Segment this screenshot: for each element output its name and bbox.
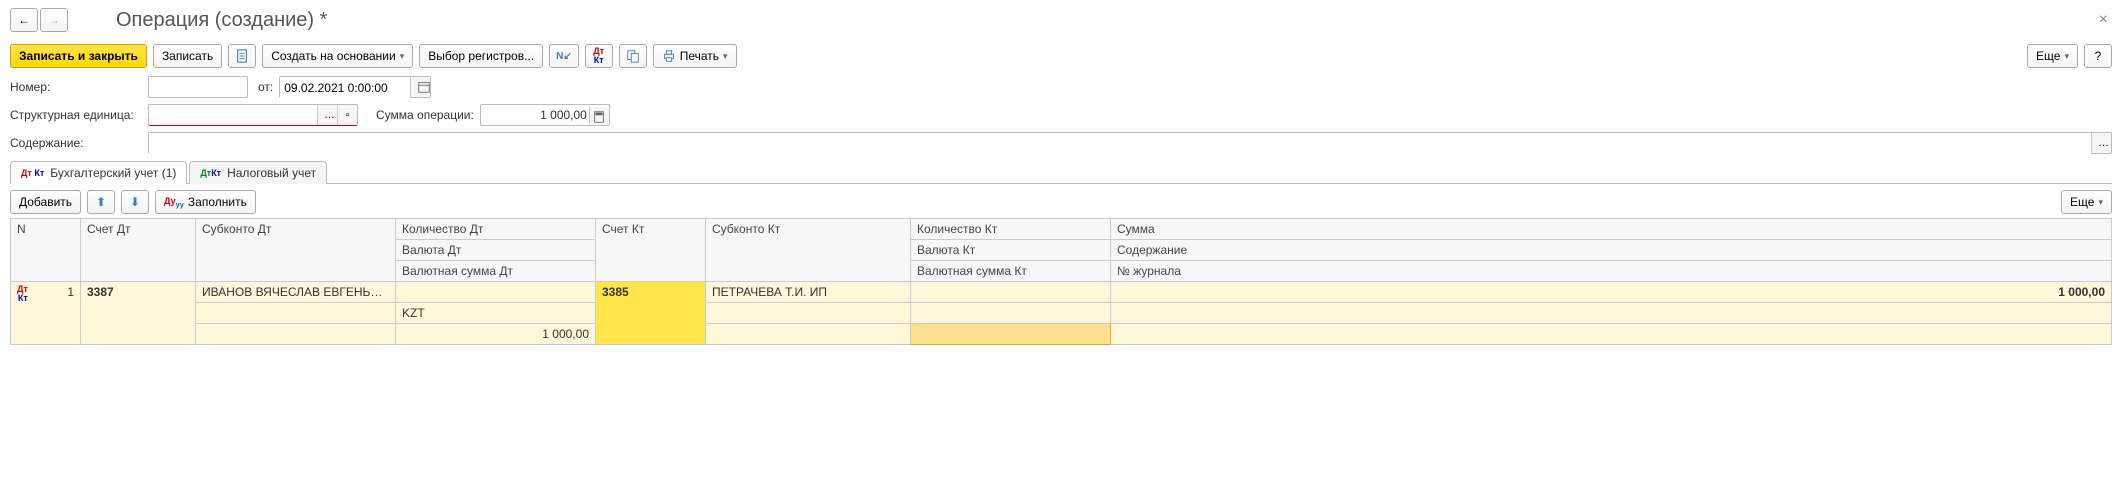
select-registers-button[interactable]: Выбор регистров...: [419, 44, 543, 68]
cell-sub-kt-2[interactable]: [706, 303, 911, 324]
cell-acc-kt[interactable]: 3385: [596, 282, 706, 345]
col-acc-kt: Счет Кт: [596, 219, 706, 282]
copy-icon-button[interactable]: [619, 44, 647, 68]
cell-content[interactable]: [1111, 303, 2112, 324]
table-row[interactable]: ДтКт 1 3387 ИВАНОВ ВЯЧЕСЛАВ ЕВГЕНЬЕВИЧ 3…: [11, 282, 2112, 303]
help-button[interactable]: ?: [2084, 44, 2112, 68]
dtkt-icon-button[interactable]: ДтКт: [585, 44, 613, 68]
sum-label: Сумма операции:: [376, 108, 474, 122]
col-cursum-dt: Валютная сумма Дт: [396, 261, 596, 282]
number-label: Номер:: [10, 80, 142, 94]
col-cur-kt: Валюта Кт: [911, 240, 1111, 261]
number-input[interactable]: [148, 76, 248, 98]
toolbar-more-button[interactable]: Еще: [2027, 44, 2078, 68]
structural-unit-input[interactable]: [149, 105, 317, 125]
cell-sub-dt[interactable]: ИВАНОВ ВЯЧЕСЛАВ ЕВГЕНЬЕВИЧ: [196, 282, 396, 303]
col-journal: № журнала: [1111, 261, 2112, 282]
entries-grid[interactable]: N Счет Дт Субконто Дт Количество Дт Счет…: [10, 218, 2112, 345]
print-button[interactable]: Печать: [653, 44, 737, 68]
content-label: Содержание:: [10, 136, 142, 150]
move-up-button[interactable]: ⬆: [87, 190, 115, 214]
dtkt-icon: ДтКт: [593, 47, 604, 65]
col-sub-dt: Субконто Дт: [196, 219, 396, 282]
cell-cur-dt[interactable]: KZT: [396, 303, 596, 324]
print-icon: [662, 49, 676, 63]
open-unit-button[interactable]: ▫: [337, 105, 357, 125]
close-icon[interactable]: ×: [2095, 11, 2112, 29]
document-icon-button[interactable]: [228, 44, 256, 68]
col-sum: Сумма: [1111, 219, 2112, 240]
document-icon: [235, 49, 249, 63]
fill-button[interactable]: Дууу Заполнить: [155, 190, 256, 214]
cell-sub-kt-3[interactable]: [706, 324, 911, 345]
blue-flag-icon-button[interactable]: N↙: [549, 44, 579, 68]
nav-back-button[interactable]: ←: [10, 8, 38, 32]
copy-icon: [626, 49, 640, 63]
operation-sum-value[interactable]: 1 000,00: [481, 108, 589, 122]
col-cur-dt: Валюта Дт: [396, 240, 596, 261]
col-acc-dt: Счет Дт: [81, 219, 196, 282]
cell-sub-dt-3[interactable]: [196, 324, 396, 345]
cell-cursum-kt-selected[interactable]: [911, 324, 1111, 345]
create-based-on-button[interactable]: Создать на основании: [262, 44, 413, 68]
tab-accounting[interactable]: Дт Кт Бухгалтерский учет (1): [10, 161, 187, 184]
page-title: Операция (создание) *: [116, 9, 327, 32]
dtkt-tax-icon: ДтКт: [200, 169, 221, 178]
grid-more-button[interactable]: Еще: [2061, 190, 2112, 214]
cell-n[interactable]: ДтКт 1: [11, 282, 81, 345]
unit-label: Структурная единица:: [10, 108, 142, 122]
from-label: от:: [258, 80, 273, 94]
cell-qty-dt[interactable]: [396, 282, 596, 303]
col-qty-dt: Количество Дт: [396, 219, 596, 240]
cell-sub-dt-2[interactable]: [196, 303, 396, 324]
table-row[interactable]: KZT: [11, 303, 2112, 324]
move-down-button[interactable]: ⬇: [121, 190, 149, 214]
fill-icon: Дууу: [164, 196, 184, 209]
content-input[interactable]: [149, 133, 2091, 155]
cell-acc-dt[interactable]: 3387: [81, 282, 196, 345]
col-content: Содержание: [1111, 240, 2112, 261]
tab-tax[interactable]: ДтКт Налоговый учет: [189, 161, 327, 184]
add-row-button[interactable]: Добавить: [10, 190, 81, 214]
date-input[interactable]: [280, 77, 410, 99]
select-unit-button[interactable]: …: [317, 105, 337, 125]
calendar-icon[interactable]: [410, 77, 430, 97]
dtkt-icon: Дт Кт: [21, 169, 44, 178]
cell-journal[interactable]: [1111, 324, 2112, 345]
cell-sum[interactable]: 1 000,00: [1111, 282, 2112, 303]
nav-forward-button[interactable]: →: [40, 8, 68, 32]
flag-icon: N↙: [556, 51, 572, 62]
cell-cur-kt[interactable]: [911, 303, 1111, 324]
content-ellipsis-button[interactable]: …: [2091, 133, 2111, 153]
arrow-down-icon: ⬇: [130, 195, 140, 209]
arrow-up-icon: ⬆: [96, 195, 106, 209]
calculator-icon[interactable]: [589, 107, 609, 124]
cell-sub-kt[interactable]: ПЕТРАЧЕВА Т.И. ИП: [706, 282, 911, 303]
dtkt-row-icon: ДтКт: [17, 285, 28, 303]
col-cursum-kt: Валютная сумма Кт: [911, 261, 1111, 282]
save-button[interactable]: Записать: [153, 44, 222, 68]
save-and-close-button[interactable]: Записать и закрыть: [10, 44, 147, 68]
col-qty-kt: Количество Кт: [911, 219, 1111, 240]
cell-cursum-dt[interactable]: 1 000,00: [396, 324, 596, 345]
col-sub-kt: Субконто Кт: [706, 219, 911, 282]
col-n: N: [11, 219, 81, 282]
cell-qty-kt[interactable]: [911, 282, 1111, 303]
table-row[interactable]: 1 000,00: [11, 324, 2112, 345]
